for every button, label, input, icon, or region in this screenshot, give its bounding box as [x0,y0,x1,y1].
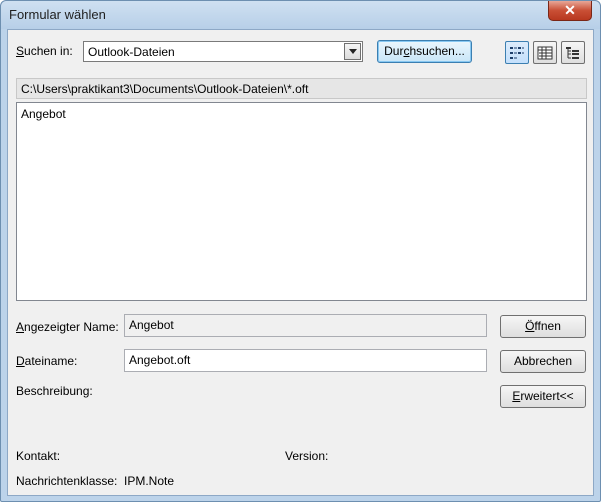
file-list[interactable]: Angebot [16,102,587,301]
close-icon: ✕ [564,2,576,18]
cancel-button[interactable]: Abbrechen [500,350,586,373]
display-name-label: Angezeigter Name: [16,320,119,334]
details-view-icon [537,46,553,59]
advanced-button[interactable]: Erweitert<< [500,385,586,408]
look-in-dropdown[interactable]: Outlook-Dateien [83,41,363,62]
message-class-value: IPM.Note [124,474,175,488]
tree-view-icon [566,46,579,59]
tree-view-button[interactable] [561,41,585,64]
message-class-label: Nachrichtenklasse: [16,474,118,488]
filename-input[interactable]: Angebot.oft [124,349,487,372]
look-in-label: Suchen in: [16,44,73,58]
version-label: Version: [285,449,329,463]
list-view-button[interactable] [505,41,529,64]
chevron-down-icon[interactable] [344,43,361,60]
current-path: C:\Users\praktikant3\Documents\Outlook-D… [16,78,587,99]
look-in-value: Outlook-Dateien [88,45,175,59]
dialog-body: Suchen in: Outlook-Dateien Durchsuchen..… [7,29,594,496]
window-title: Formular wählen [9,7,106,22]
contact-label: Kontakt: [16,449,61,463]
list-item[interactable]: Angebot [21,107,66,121]
close-button[interactable]: ✕ [548,1,592,21]
filename-label: Dateiname: [16,354,78,368]
display-name-field: Angebot [124,314,487,337]
details-view-button[interactable] [533,41,557,64]
description-label: Beschreibung: [16,384,93,398]
dialog-window: Formular wählen ✕ Suchen in: Outlook-Dat… [0,0,601,502]
open-button[interactable]: Öffnen [500,315,586,338]
title-bar[interactable]: Formular wählen ✕ [1,1,600,29]
list-view-icon [510,46,524,59]
browse-button[interactable]: Durchsuchen... [377,40,472,63]
